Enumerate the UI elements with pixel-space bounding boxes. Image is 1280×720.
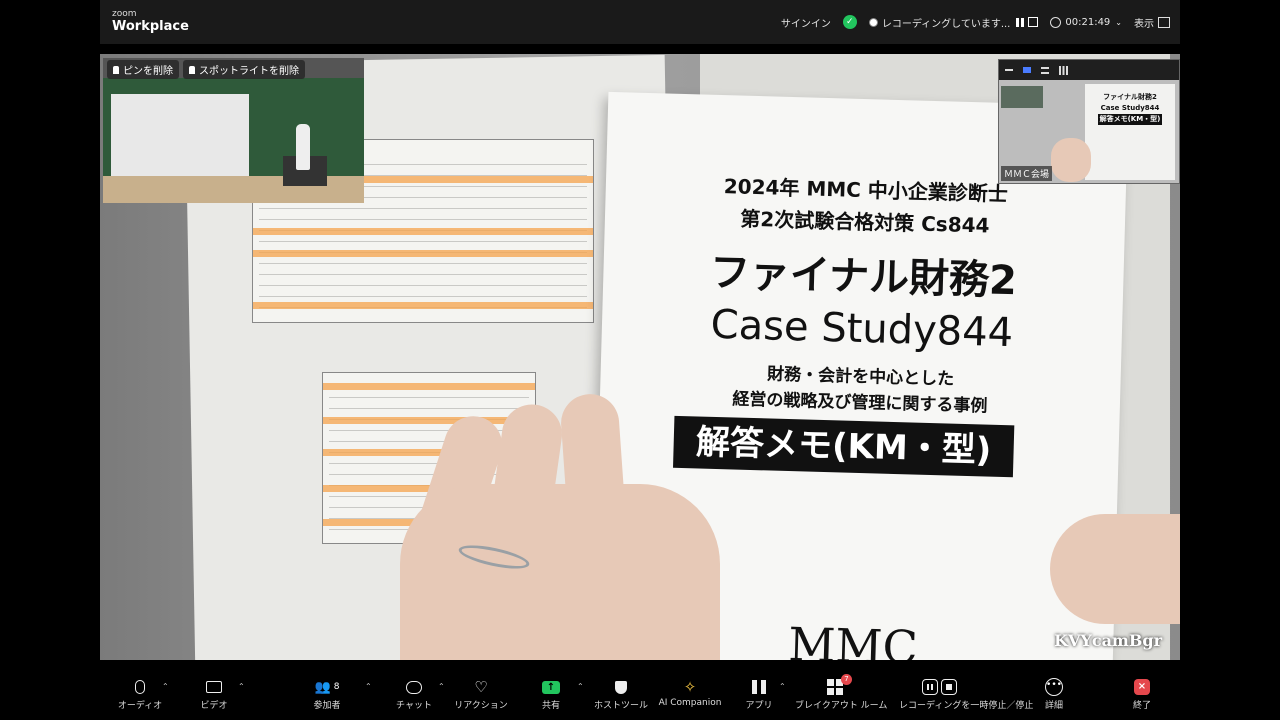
ai-companion-label: AI Companion xyxy=(658,698,722,708)
stop-icon xyxy=(940,679,957,695)
highlight-row xyxy=(253,228,593,235)
audio-label: オーディオ xyxy=(117,701,163,711)
recording-status-text: レコーディングしています... xyxy=(881,18,1011,30)
strip-view-icon[interactable] xyxy=(1041,66,1049,74)
stop-recording-icon[interactable] xyxy=(1028,17,1039,27)
projector-screen xyxy=(111,94,249,180)
breakout-rooms-button[interactable]: 7 ブレイクアウト ルーム xyxy=(795,674,888,718)
meeting-toolbar: ⌃ オーディオ ⌃ ビデオ 👥 8 ⌃ 参加者 ⌃ チャット ♡ リアクション ↑ ⌃… xyxy=(0,672,1280,720)
participants-button[interactable]: 👥 8 ⌃ 参加者 xyxy=(287,676,371,718)
video-button[interactable]: ⌃ ビデオ xyxy=(174,676,254,718)
self-view-thumbnail[interactable]: ファイナル財務2 Case Study844 解答メモ(KM・型) ＭＭＣ会場 xyxy=(998,59,1180,184)
hand-right xyxy=(1050,514,1180,624)
apps-label: アプリ xyxy=(745,701,773,711)
pause-icon xyxy=(921,679,938,695)
host-shield-icon xyxy=(615,680,627,694)
logo-big-text: Workplace xyxy=(112,19,189,34)
logo-small-text: zoom xyxy=(112,9,137,19)
pinned-video-thumbnail[interactable]: ピンを削除 スポットライトを削除 xyxy=(103,58,364,203)
watermark-text: KVYcamBgr xyxy=(1054,631,1162,650)
recording-control-button[interactable]: レコーディングを一時停止／停止 xyxy=(899,676,1034,718)
pause-recording-icon[interactable] xyxy=(1016,17,1025,27)
recording-control-icons xyxy=(921,679,957,695)
meeting-timer[interactable]: 00:21:49 ⌄ xyxy=(1050,16,1122,28)
unpin-button[interactable]: ピンを削除 xyxy=(107,60,179,79)
pinned-controls: ピンを削除 スポットライトを削除 xyxy=(107,60,305,79)
hand-palm xyxy=(400,484,720,660)
highlight-row xyxy=(253,302,593,309)
apps-icon xyxy=(752,680,766,694)
mini-doc-line: ファイナル財務2 xyxy=(1103,93,1157,101)
share-button[interactable]: ↑ ⌃ 共有 xyxy=(511,676,591,718)
end-meeting-button[interactable]: × 終了 xyxy=(1102,676,1182,718)
mini-doc-banner: 解答メモ(KM・型) xyxy=(1097,114,1163,125)
reactions-button[interactable]: ♡ リアクション xyxy=(441,676,521,718)
mini-classroom xyxy=(1001,86,1043,108)
doc-title: ファイナル財務2 xyxy=(709,249,1018,305)
speaker-view-icon[interactable] xyxy=(1023,67,1031,73)
apps-button[interactable]: ⌃ アプリ xyxy=(719,676,799,718)
recording-control-label: レコーディングを一時停止／停止 xyxy=(899,701,1034,711)
view-button[interactable]: 表示 xyxy=(1134,15,1170,30)
chat-icon xyxy=(406,680,422,694)
participants-caret-icon[interactable]: ⌃ xyxy=(365,682,372,691)
chevron-down-icon: ⌄ xyxy=(1115,17,1122,27)
security-shield-icon[interactable]: ✓ xyxy=(842,15,857,29)
participants-label: 参加者 xyxy=(313,701,341,711)
top-bar: zoom Workplace サインイン ✓ レコーディングしています... 0… xyxy=(100,0,1180,44)
microphone-icon xyxy=(135,680,145,694)
remove-spotlight-button[interactable]: スポットライトを削除 xyxy=(183,60,305,79)
elapsed-time: 00:21:49 xyxy=(1065,16,1111,28)
apps-caret-icon[interactable]: ⌃ xyxy=(779,682,786,691)
minimize-icon[interactable] xyxy=(1005,69,1013,71)
clock-icon xyxy=(1050,16,1062,28)
participants-count: 8 xyxy=(333,682,340,692)
video-camera-icon xyxy=(206,681,222,693)
more-dots-icon: ••• xyxy=(1045,678,1063,696)
more-button[interactable]: ••• 詳細 xyxy=(1014,676,1094,718)
host-tools-label: ホストツール xyxy=(593,701,648,711)
unpin-label: ピンを削除 xyxy=(123,66,173,77)
presenter xyxy=(296,124,310,170)
doc-banner: 解答メモ(KM・型) xyxy=(673,415,1015,478)
mini-document: ファイナル財務2 Case Study844 解答メモ(KM・型) xyxy=(1085,84,1175,180)
ai-companion-button[interactable]: ✧ AI Companion xyxy=(650,676,730,718)
more-label: 詳細 xyxy=(1044,701,1063,711)
end-x-icon: × xyxy=(1134,679,1150,695)
breakout-badge: 7 xyxy=(841,674,852,685)
host-tools-button[interactable]: ホストツール xyxy=(581,676,661,718)
participant-name: ＭＭＣ会場 xyxy=(1001,166,1053,181)
video-caret-icon[interactable]: ⌃ xyxy=(238,682,245,691)
remove-spotlight-label: スポットライトを削除 xyxy=(199,66,299,77)
end-label: 終了 xyxy=(1132,701,1151,711)
top-right-controls: サインイン ✓ レコーディングしています... 00:21:49 ⌄ 表示 xyxy=(769,0,1170,44)
share-arrow-icon: ↑ xyxy=(542,680,560,694)
video-label: ビデオ xyxy=(200,701,228,711)
breakout-rooms-label: ブレイクアウト ルーム xyxy=(795,701,888,711)
view-grid-icon xyxy=(1158,16,1170,28)
heart-icon: ♡ xyxy=(474,678,488,696)
share-label: 共有 xyxy=(541,701,560,711)
pin-icon xyxy=(113,65,119,74)
doc-subtitle: Case Study844 xyxy=(710,301,1014,357)
mini-hand xyxy=(1051,138,1091,182)
self-view-toolbar xyxy=(999,60,1179,80)
reactions-label: リアクション xyxy=(454,701,508,711)
sign-in-button[interactable]: サインイン xyxy=(781,15,831,30)
participants-icon: 👥 xyxy=(314,679,331,695)
audio-button[interactable]: ⌃ オーディオ xyxy=(100,676,180,718)
gallery-view-icon[interactable] xyxy=(1059,65,1068,75)
highlight-row xyxy=(323,383,535,390)
zoom-logo: zoom Workplace xyxy=(112,9,189,34)
audio-caret-icon[interactable]: ⌃ xyxy=(162,682,169,691)
sparkle-icon: ✧ xyxy=(683,678,697,696)
mini-doc-line: Case Study844 xyxy=(1100,104,1160,112)
highlight-row xyxy=(253,250,593,257)
recording-dot-icon xyxy=(868,17,878,27)
spotlight-pin-icon xyxy=(189,65,195,74)
view-label: 表示 xyxy=(1134,18,1154,30)
recording-indicator[interactable]: レコーディングしています... xyxy=(868,15,1039,30)
